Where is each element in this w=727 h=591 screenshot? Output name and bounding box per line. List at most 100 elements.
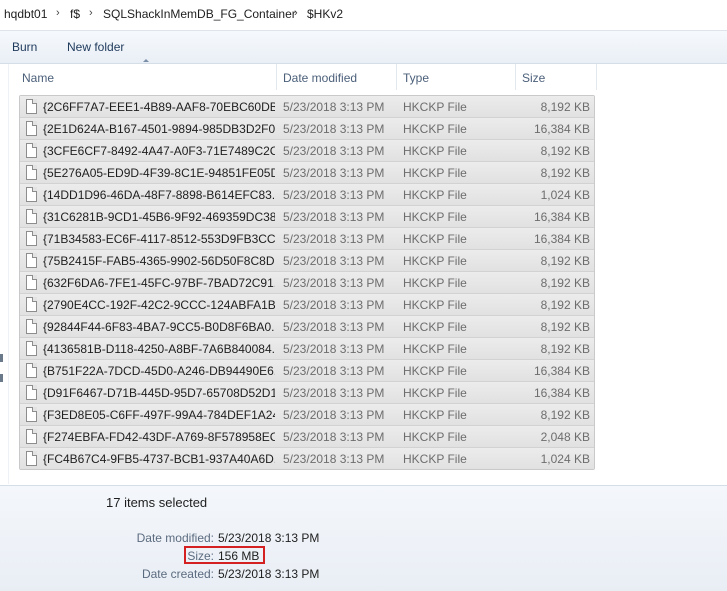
file-icon xyxy=(26,297,37,312)
column-header-name[interactable]: Name xyxy=(16,64,277,90)
file-size: 16,384 KB xyxy=(533,232,590,246)
file-icon xyxy=(26,187,37,202)
column-header-date-label: Date modified xyxy=(283,71,358,85)
file-date-modified: 5/23/2018 3:13 PM xyxy=(283,254,385,268)
file-size: 1,024 KB xyxy=(540,452,590,466)
file-row[interactable]: {31C6281B-9CD1-45B6-9F92-469359DC38... 5/… xyxy=(20,206,594,228)
file-date-modified: 5/23/2018 3:13 PM xyxy=(283,342,385,356)
file-name: {D91F6467-D71B-445D-95D7-65708D52D1... xyxy=(43,386,275,400)
column-header-size[interactable]: Size xyxy=(516,64,597,90)
file-type: HKCKP File xyxy=(403,276,467,290)
file-date-modified: 5/23/2018 3:13 PM xyxy=(283,452,385,466)
file-name: {FC4B67C4-9FB5-4737-BCB1-937A40A6D... xyxy=(43,452,275,466)
date-created-value: 5/23/2018 3:13 PM xyxy=(218,567,320,581)
breadcrumb-f-share[interactable]: f$ xyxy=(70,7,80,21)
file-row[interactable]: {F274EBFA-FD42-43DF-A769-8F578958EC... 5/… xyxy=(20,426,594,448)
file-size: 8,192 KB xyxy=(540,298,590,312)
file-date-modified: 5/23/2018 3:13 PM xyxy=(283,386,385,400)
file-date-modified: 5/23/2018 3:13 PM xyxy=(283,122,385,136)
file-icon xyxy=(26,407,37,422)
file-list[interactable]: {2C6FF7A7-EEE1-4B89-AAF8-70EBC60DB... 5/2… xyxy=(19,95,595,470)
chevron-right-icon[interactable]: › xyxy=(56,7,60,19)
column-header-type[interactable]: Type xyxy=(397,64,516,90)
file-type: HKCKP File xyxy=(403,144,467,158)
file-type: HKCKP File xyxy=(403,386,467,400)
breadcrumb-hqdbt01[interactable]: hqdbt01 xyxy=(4,7,47,21)
file-size: 16,384 KB xyxy=(533,386,590,400)
file-type: HKCKP File xyxy=(403,166,467,180)
date-created-label: Date created: xyxy=(141,567,214,581)
file-date-modified: 5/23/2018 3:13 PM xyxy=(283,100,385,114)
file-type: HKCKP File xyxy=(403,232,467,246)
size-label: Size: xyxy=(187,549,214,563)
breadcrumb-container[interactable]: SQLShackInMemDB_FG_Container xyxy=(103,7,296,21)
sort-ascending-icon xyxy=(143,59,149,62)
file-size: 16,384 KB xyxy=(533,122,590,136)
chevron-right-icon[interactable]: › xyxy=(89,7,93,19)
file-row[interactable]: {14DD1D96-46DA-48F7-8898-B614EFC83... 5/2… xyxy=(20,184,594,206)
file-icon xyxy=(26,165,37,180)
file-icon xyxy=(26,451,37,466)
file-name: {71B34583-EC6F-4117-8512-553D9FB3CC... xyxy=(43,232,275,246)
file-size: 8,192 KB xyxy=(540,144,590,158)
new-folder-button[interactable]: New folder xyxy=(67,40,124,54)
file-row[interactable]: {71B34583-EC6F-4117-8512-553D9FB3CC... 5/… xyxy=(20,228,594,250)
selection-count: 17 items selected xyxy=(106,495,208,510)
file-row[interactable]: {3CFE6CF7-8492-4A47-A0F3-71E7489C2C... 5/… xyxy=(20,140,594,162)
file-size: 8,192 KB xyxy=(540,100,590,114)
file-date-modified: 5/23/2018 3:13 PM xyxy=(283,298,385,312)
nav-expander-icon[interactable] xyxy=(0,374,3,382)
file-row[interactable]: {D91F6467-D71B-445D-95D7-65708D52D1... 5/… xyxy=(20,382,594,404)
file-size: 2,048 KB xyxy=(540,430,590,444)
file-type: HKCKP File xyxy=(403,408,467,422)
size-value: 156 MB xyxy=(218,549,260,563)
file-type: HKCKP File xyxy=(403,452,467,466)
file-row[interactable]: {75B2415F-FAB5-4365-9902-56D50F8C8D... 5/… xyxy=(20,250,594,272)
breadcrumb-hkv2[interactable]: $HKv2 xyxy=(307,7,343,21)
file-icon xyxy=(26,121,37,136)
file-row[interactable]: {2790E4CC-192F-42C2-9CCC-124ABFA1B... 5/2… xyxy=(20,294,594,316)
file-row[interactable]: {2C6FF7A7-EEE1-4B89-AAF8-70EBC60DB... 5/2… xyxy=(20,96,594,118)
file-row[interactable]: {5E276A05-ED9D-4F39-8C1E-94851FE05D... 5/… xyxy=(20,162,594,184)
navigation-pane[interactable] xyxy=(0,64,9,484)
file-icon xyxy=(26,253,37,268)
address-bar[interactable]: hqdbt01 › f$ › SQLShackInMemDB_FG_Contai… xyxy=(0,0,727,31)
file-icon xyxy=(26,319,37,334)
file-type: HKCKP File xyxy=(403,188,467,202)
file-size: 16,384 KB xyxy=(533,364,590,378)
file-date-modified: 5/23/2018 3:13 PM xyxy=(283,166,385,180)
file-icon xyxy=(26,231,37,246)
file-name: {75B2415F-FAB5-4365-9902-56D50F8C8D... xyxy=(43,254,275,268)
column-header-date-modified[interactable]: Date modified xyxy=(277,64,397,90)
chevron-right-icon[interactable]: › xyxy=(294,7,298,19)
file-name: {3CFE6CF7-8492-4A47-A0F3-71E7489C2C... xyxy=(43,144,275,158)
file-name: {31C6281B-9CD1-45B6-9F92-469359DC38... xyxy=(43,210,275,224)
file-date-modified: 5/23/2018 3:13 PM xyxy=(283,188,385,202)
file-row[interactable]: {B751F22A-7DCD-45D0-A246-DB94490E6... 5/2… xyxy=(20,360,594,382)
date-modified-value: 5/23/2018 3:13 PM xyxy=(218,531,320,545)
file-row[interactable]: {632F6DA6-7FE1-45FC-97BF-7BAD72C91... 5/2… xyxy=(20,272,594,294)
details-pane: 17 items selected Date modified: 5/23/20… xyxy=(0,485,727,591)
file-type: HKCKP File xyxy=(403,210,467,224)
file-row[interactable]: {92844F44-6F83-4BA7-9CC5-B0D8F6BA0... 5/2… xyxy=(20,316,594,338)
file-size: 1,024 KB xyxy=(540,188,590,202)
file-name: {5E276A05-ED9D-4F39-8C1E-94851FE05D... xyxy=(43,166,275,180)
file-row[interactable]: {2E1D624A-B167-4501-9894-985DB3D2F0... 5/… xyxy=(20,118,594,140)
file-icon xyxy=(26,341,37,356)
file-name: {92844F44-6F83-4BA7-9CC5-B0D8F6BA0... xyxy=(43,320,275,334)
file-icon xyxy=(26,385,37,400)
file-size: 8,192 KB xyxy=(540,408,590,422)
file-name: {4136581B-D118-4250-A8BF-7A6B840084... xyxy=(43,342,275,356)
file-row[interactable]: {F3ED8E05-C6FF-497F-99A4-784DEF1A24... 5/… xyxy=(20,404,594,426)
nav-expander-icon[interactable] xyxy=(0,354,3,362)
file-row[interactable]: {FC4B67C4-9FB5-4737-BCB1-937A40A6D... 5/2… xyxy=(20,448,594,469)
file-row[interactable]: {4136581B-D118-4250-A8BF-7A6B840084... 5/… xyxy=(20,338,594,360)
command-toolbar: Burn New folder xyxy=(0,31,727,64)
file-name: {632F6DA6-7FE1-45FC-97BF-7BAD72C91... xyxy=(43,276,275,290)
file-name: {F274EBFA-FD42-43DF-A769-8F578958EC... xyxy=(43,430,275,444)
burn-button[interactable]: Burn xyxy=(12,40,37,54)
file-name: {B751F22A-7DCD-45D0-A246-DB94490E6... xyxy=(43,364,275,378)
file-type: HKCKP File xyxy=(403,342,467,356)
file-size: 8,192 KB xyxy=(540,166,590,180)
file-date-modified: 5/23/2018 3:13 PM xyxy=(283,320,385,334)
